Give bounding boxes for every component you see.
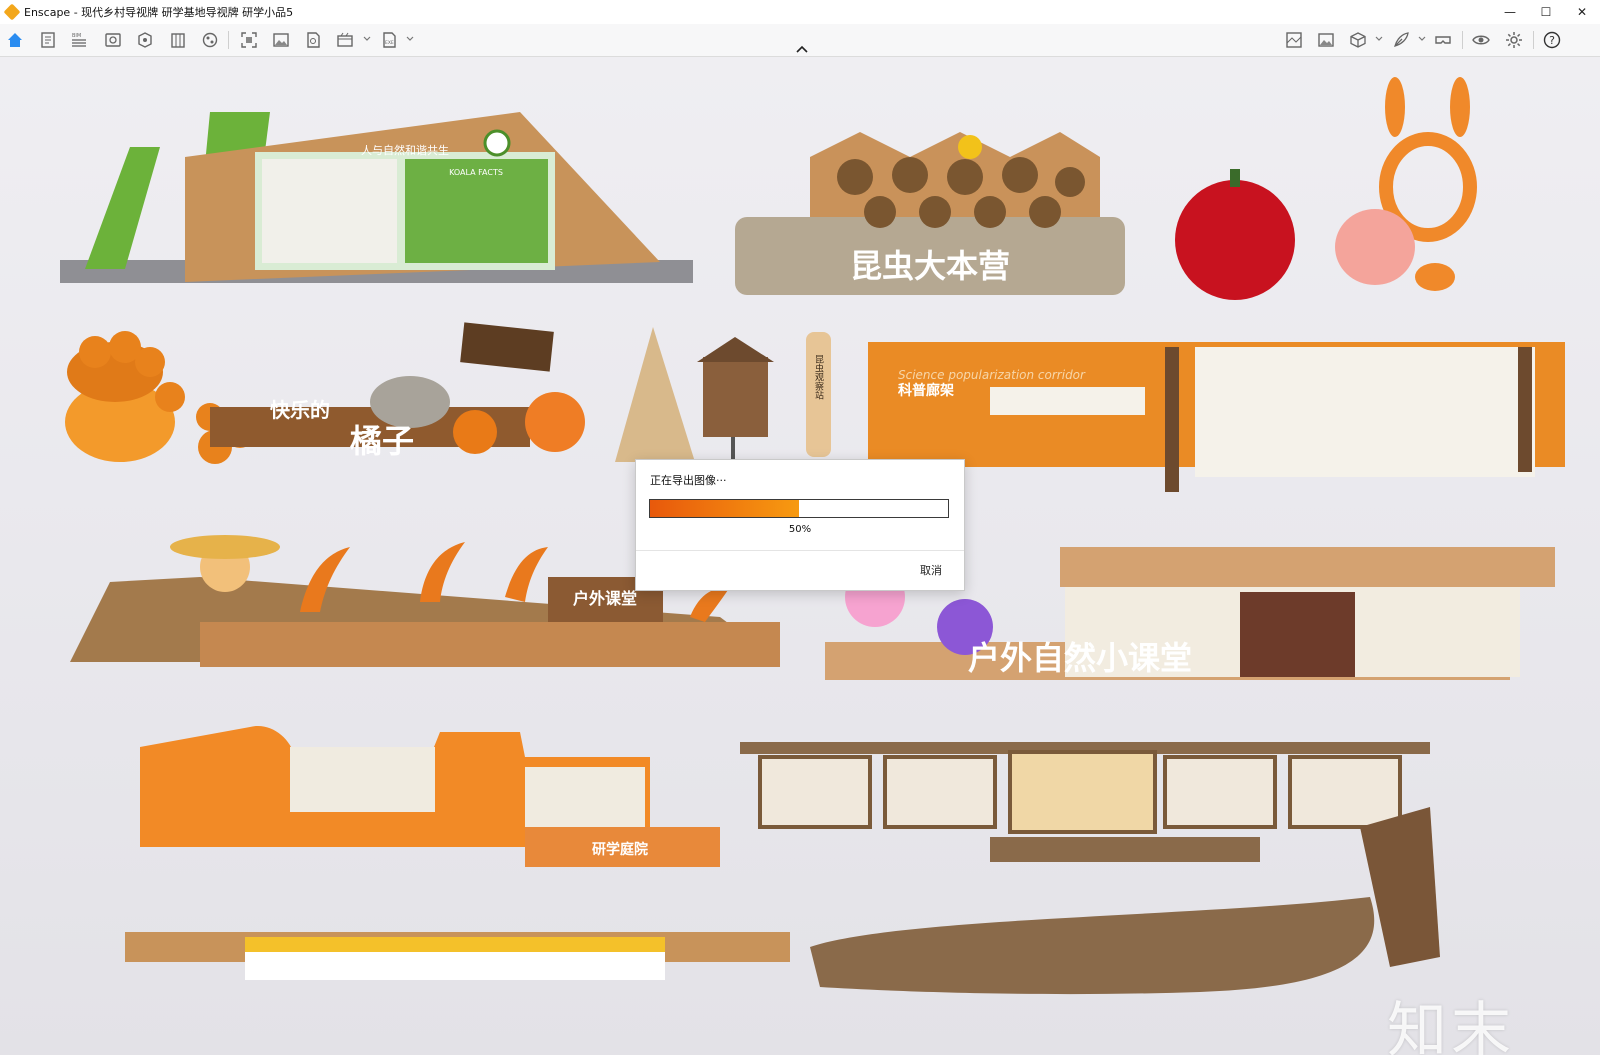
watermark-brand: 知末 [1387,996,1515,1055]
svg-text:BIM: BIM [72,33,81,39]
screenshot-icon[interactable] [1315,29,1337,51]
progress-fill [650,500,799,517]
cube-icon[interactable] [1347,29,1369,51]
dialog-title: 正在导出图像··· [650,474,727,487]
svg-text:昆虫大本营: 昆虫大本营 [850,247,1010,285]
asset-icon[interactable] [134,29,156,51]
cancel-button[interactable]: 取消 [916,560,946,580]
svg-text:户外课堂: 户外课堂 [573,589,637,608]
chevron-down-icon[interactable] [1418,35,1426,43]
science-corridor: Science popularization corridor 科普廊架 [868,342,1565,492]
progress-percent: 50% [788,524,812,535]
help-icon[interactable]: ? [1541,29,1563,51]
study-garden-wall: 研学庭院 [140,726,720,867]
bim-list-icon[interactable]: BIM [68,29,90,51]
svg-text:快乐的: 快乐的 [270,398,330,422]
map-icon[interactable] [1283,29,1305,51]
svg-text:EXE: EXE [385,40,394,46]
svg-text:橘子: 橘子 [350,422,414,460]
eye-icon[interactable] [1470,29,1492,51]
nature-harmony-sign: 人与自然和谐共生 KOALA FACTS [60,112,693,283]
collapse-toolbar-chevron-icon[interactable] [795,44,809,54]
toolbar-separator [228,31,229,49]
title-bar: Enscape - 现代乡村导视牌 研学基地导视牌 研学小品5 — ☐ ✕ [0,0,1600,25]
document-icon[interactable] [37,29,59,51]
panorama-icon[interactable] [302,29,324,51]
material-icon[interactable] [199,29,221,51]
pepper-and-rabbit-sculptures [1175,77,1477,300]
svg-text:研学庭院: 研学庭院 [592,841,648,858]
toolbar-separator [1462,31,1463,49]
svg-text:?: ? [1549,34,1555,47]
svg-text:昆虫观察站: 昆虫观察站 [813,354,824,400]
svg-text:KOALA FACTS: KOALA FACTS [449,168,503,177]
wheat-sign-and-log [125,897,1375,995]
view-icon[interactable] [102,29,124,51]
settings-icon[interactable] [1503,29,1525,51]
feather-icon[interactable] [1390,29,1412,51]
maximize-button[interactable]: ☐ [1528,0,1564,24]
svg-text:户外自然小课堂: 户外自然小课堂 [968,639,1192,677]
window-title: Enscape - 现代乡村导视牌 研学基地导视牌 研学小品5 [24,6,294,19]
svg-text:人与自然和谐共生: 人与自然和谐共生 [361,143,449,157]
chevron-down-icon[interactable] [363,35,371,43]
capture-icon[interactable] [238,29,260,51]
bug-houses: 昆虫观察站 [615,327,831,462]
building-icon[interactable] [167,29,189,51]
dialog-divider [636,550,964,551]
export-progress-dialog: 正在导出图像··· 50% 取消 [635,459,965,591]
vr-icon[interactable] [1432,29,1454,51]
progress-bar [649,499,949,518]
toolbar-separator [1533,31,1534,49]
minimize-button[interactable]: — [1492,0,1528,24]
image-icon[interactable] [270,29,292,51]
insect-hotel: 昆虫大本营 [735,132,1125,295]
window-controls: — ☐ ✕ [1492,0,1600,24]
chevron-down-icon[interactable] [1375,35,1383,43]
home-icon[interactable] [4,29,26,51]
svg-text:科普廊架: 科普廊架 [898,382,954,399]
chevron-down-icon[interactable] [406,35,414,43]
close-button[interactable]: ✕ [1564,0,1600,24]
happy-orange-sign: 快乐的 橘子 [65,322,585,464]
export-icon[interactable]: EXE [378,29,400,51]
svg-text:Science popularization corrido: Science popularization corridor [898,368,1086,382]
video-icon[interactable] [334,29,356,51]
enscape-logo-icon [3,3,21,21]
